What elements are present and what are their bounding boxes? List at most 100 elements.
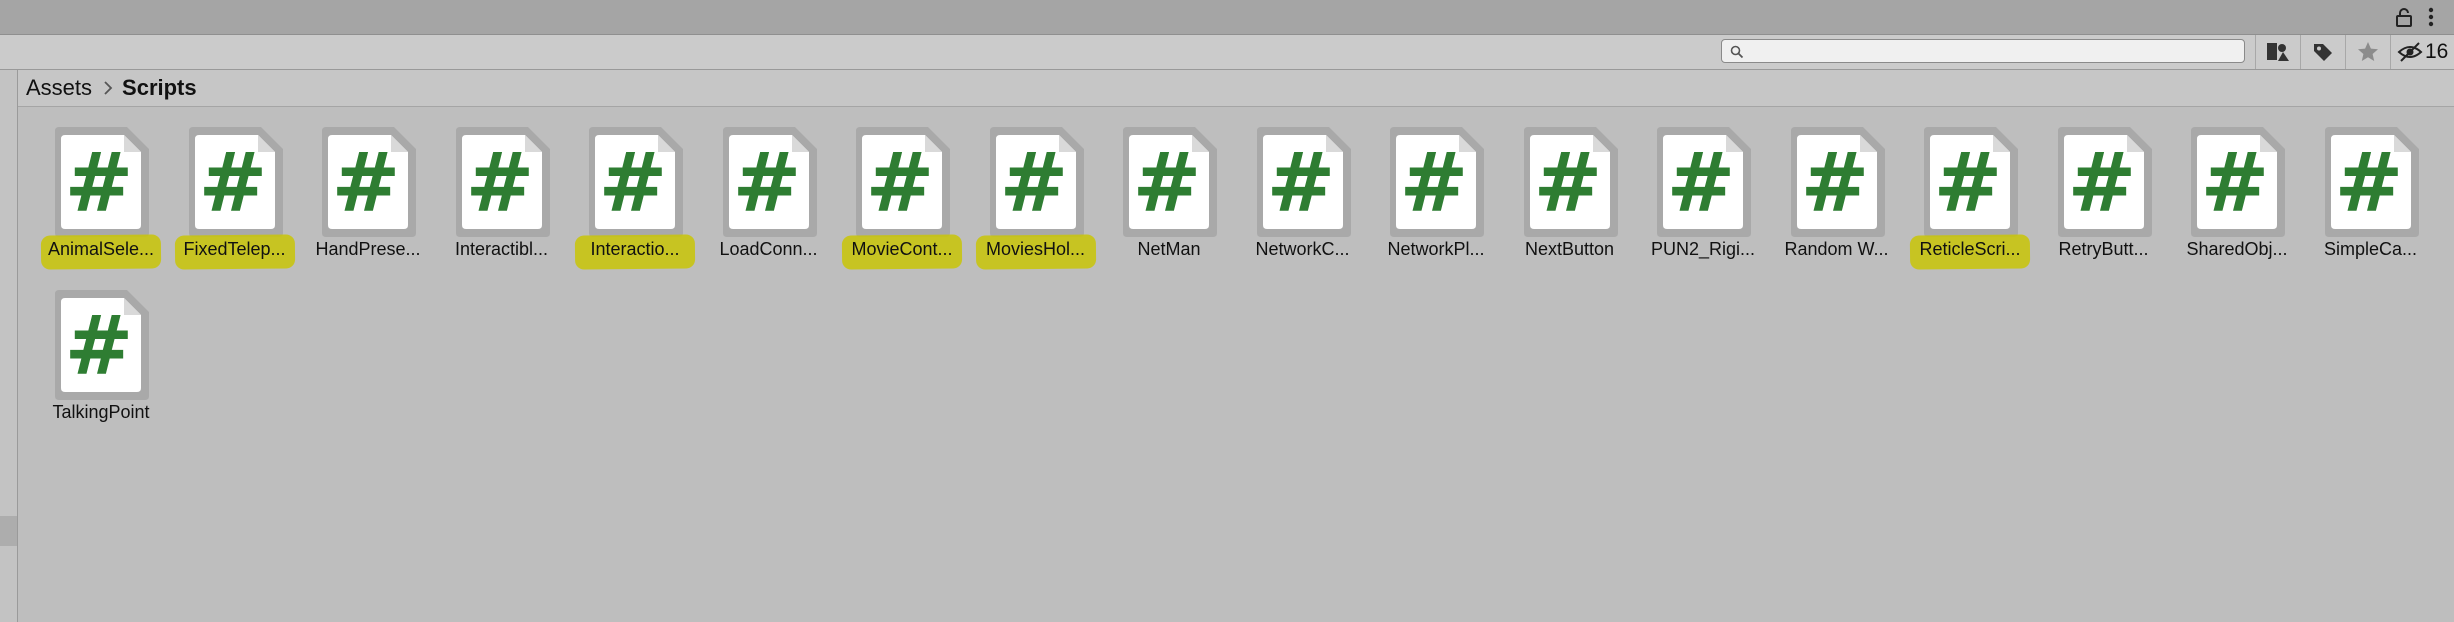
asset-label: LoadConn... (705, 237, 833, 261)
csharp-script-icon: # (188, 127, 283, 237)
asset-name-text: Random W... (1784, 239, 1889, 259)
svg-text:#: # (732, 136, 801, 231)
asset-name-text: MoviesHol... (985, 239, 1086, 259)
asset-name-text: SimpleCa... (2323, 239, 2418, 259)
svg-text:#: # (999, 136, 1068, 231)
csharp-script-icon: # (989, 127, 1084, 237)
asset-name-text: NextButton (1524, 239, 1615, 259)
svg-text:#: # (1133, 136, 1202, 231)
csharp-script-icon: # (1390, 127, 1484, 237)
script-asset[interactable]: # TalkingPoint (37, 270, 165, 430)
asset-label: RetryButt... (2040, 237, 2168, 261)
csharp-script-icon: # (722, 127, 817, 237)
svg-text:#: # (1533, 136, 1602, 231)
search-by-type-button[interactable] (2256, 35, 2300, 69)
asset-name-text: LoadConn... (719, 239, 818, 259)
script-asset[interactable]: # PUN2_Rigi... (1639, 107, 1767, 267)
hidden-packages-count: 16 (2425, 40, 2449, 63)
toolbar-divider (2390, 35, 2391, 69)
breadcrumb-scripts[interactable]: Scripts (122, 75, 197, 101)
search-icon (1730, 45, 1744, 59)
asset-name-text: AnimalSele... (47, 239, 155, 259)
asset-grid: # AnimalSele... # FixedTelep... # HandPrese..… (18, 107, 2454, 622)
asset-name-text: NetworkPl... (1387, 239, 1485, 259)
script-asset[interactable]: # NetMan (1105, 107, 1233, 267)
svg-text:#: # (1266, 136, 1335, 231)
svg-text:#: # (1400, 136, 1469, 231)
csharp-script-icon: # (2057, 127, 2152, 237)
script-asset[interactable]: # NextButton (1506, 107, 1634, 267)
script-asset[interactable]: # SharedObj... (2173, 107, 2301, 267)
script-asset[interactable]: # Random W... (1773, 107, 1901, 267)
window-title-bar (0, 0, 2454, 35)
asset-label: SimpleCa... (2307, 237, 2435, 261)
csharp-script-icon: # (1657, 127, 1751, 237)
script-asset[interactable]: # NetworkC... (1239, 107, 1367, 267)
svg-text:#: # (65, 299, 134, 394)
asset-label: MovieCont... (838, 237, 966, 261)
svg-text:#: # (1667, 136, 1736, 231)
favorites-button[interactable] (2346, 35, 2390, 69)
asset-name-text: RetryButt... (2058, 239, 2149, 259)
asset-name-text: MovieCont... (851, 239, 953, 259)
script-asset[interactable]: # RetryButt... (2040, 107, 2168, 267)
script-asset[interactable]: # HandPrese... (304, 107, 432, 267)
folder-tree-panel-edge[interactable] (0, 70, 18, 622)
script-asset[interactable]: # LoadConn... (705, 107, 833, 267)
breadcrumb: Assets Scripts (18, 70, 2454, 107)
asset-label: NetMan (1105, 237, 1233, 261)
csharp-script-icon: # (2191, 127, 2285, 237)
svg-text:#: # (2067, 136, 2136, 231)
asset-label: FixedTelep... (171, 237, 299, 261)
script-asset[interactable]: # MovieCont... (838, 107, 966, 270)
csharp-script-icon: # (55, 290, 149, 400)
csharp-script-icon: # (589, 127, 683, 237)
asset-label: HandPrese... (304, 237, 432, 261)
asset-label: PUN2_Rigi... (1639, 237, 1767, 261)
asset-name-text: Interactio... (590, 239, 680, 259)
kebab-menu-icon[interactable] (2424, 5, 2438, 29)
lock-icon[interactable] (2394, 7, 2414, 27)
csharp-script-icon: # (2324, 127, 2419, 237)
search-input[interactable] (1750, 41, 2234, 63)
asset-name-text: FixedTelep... (183, 239, 286, 259)
svg-text:#: # (198, 136, 267, 231)
asset-name-text: ReticleScri... (1919, 239, 2021, 259)
csharp-script-icon: # (455, 127, 550, 237)
svg-text:#: # (332, 136, 401, 231)
eye-slash-icon (2397, 42, 2423, 62)
asset-label: TalkingPoint (37, 400, 165, 424)
svg-text:#: # (599, 136, 668, 231)
svg-text:#: # (1800, 136, 1869, 231)
svg-text:#: # (65, 136, 134, 231)
asset-name-text: HandPrese... (315, 239, 421, 259)
csharp-script-icon: # (1523, 127, 1618, 237)
breadcrumb-assets[interactable]: Assets (26, 75, 92, 101)
asset-label: Interactibl... (438, 237, 566, 261)
search-field[interactable] (1721, 39, 2245, 63)
script-asset[interactable]: # NetworkPl... (1372, 107, 1500, 267)
csharp-script-icon: # (1256, 127, 1351, 237)
script-asset[interactable]: # MoviesHol... (972, 107, 1100, 270)
script-asset[interactable]: # SimpleCa... (2307, 107, 2435, 267)
asset-label: NextButton (1506, 237, 1634, 261)
csharp-script-icon: # (1790, 127, 1885, 237)
search-by-label-button[interactable] (2301, 35, 2345, 69)
asset-label: SharedObj... (2173, 237, 2301, 261)
script-asset[interactable]: # FixedTelep... (171, 107, 299, 270)
asset-label: AnimalSele... (37, 237, 165, 261)
svg-text:#: # (866, 136, 935, 231)
script-asset[interactable]: # Interactio... (571, 107, 699, 270)
splitter-handle[interactable] (0, 516, 17, 546)
script-asset[interactable]: # AnimalSele... (37, 107, 165, 270)
hidden-packages-toggle[interactable]: 16 (2397, 35, 2454, 69)
asset-label: ReticleScri... (1906, 237, 2034, 261)
script-asset[interactable]: # ReticleScri... (1906, 107, 2034, 270)
chevron-right-icon (102, 80, 114, 96)
svg-text:#: # (1934, 136, 2003, 231)
svg-text:#: # (465, 136, 534, 231)
script-asset[interactable]: # Interactibl... (438, 107, 566, 267)
asset-label: NetworkPl... (1372, 237, 1500, 261)
asset-name-text: PUN2_Rigi... (1650, 239, 1756, 259)
asset-label: NetworkC... (1239, 237, 1367, 261)
